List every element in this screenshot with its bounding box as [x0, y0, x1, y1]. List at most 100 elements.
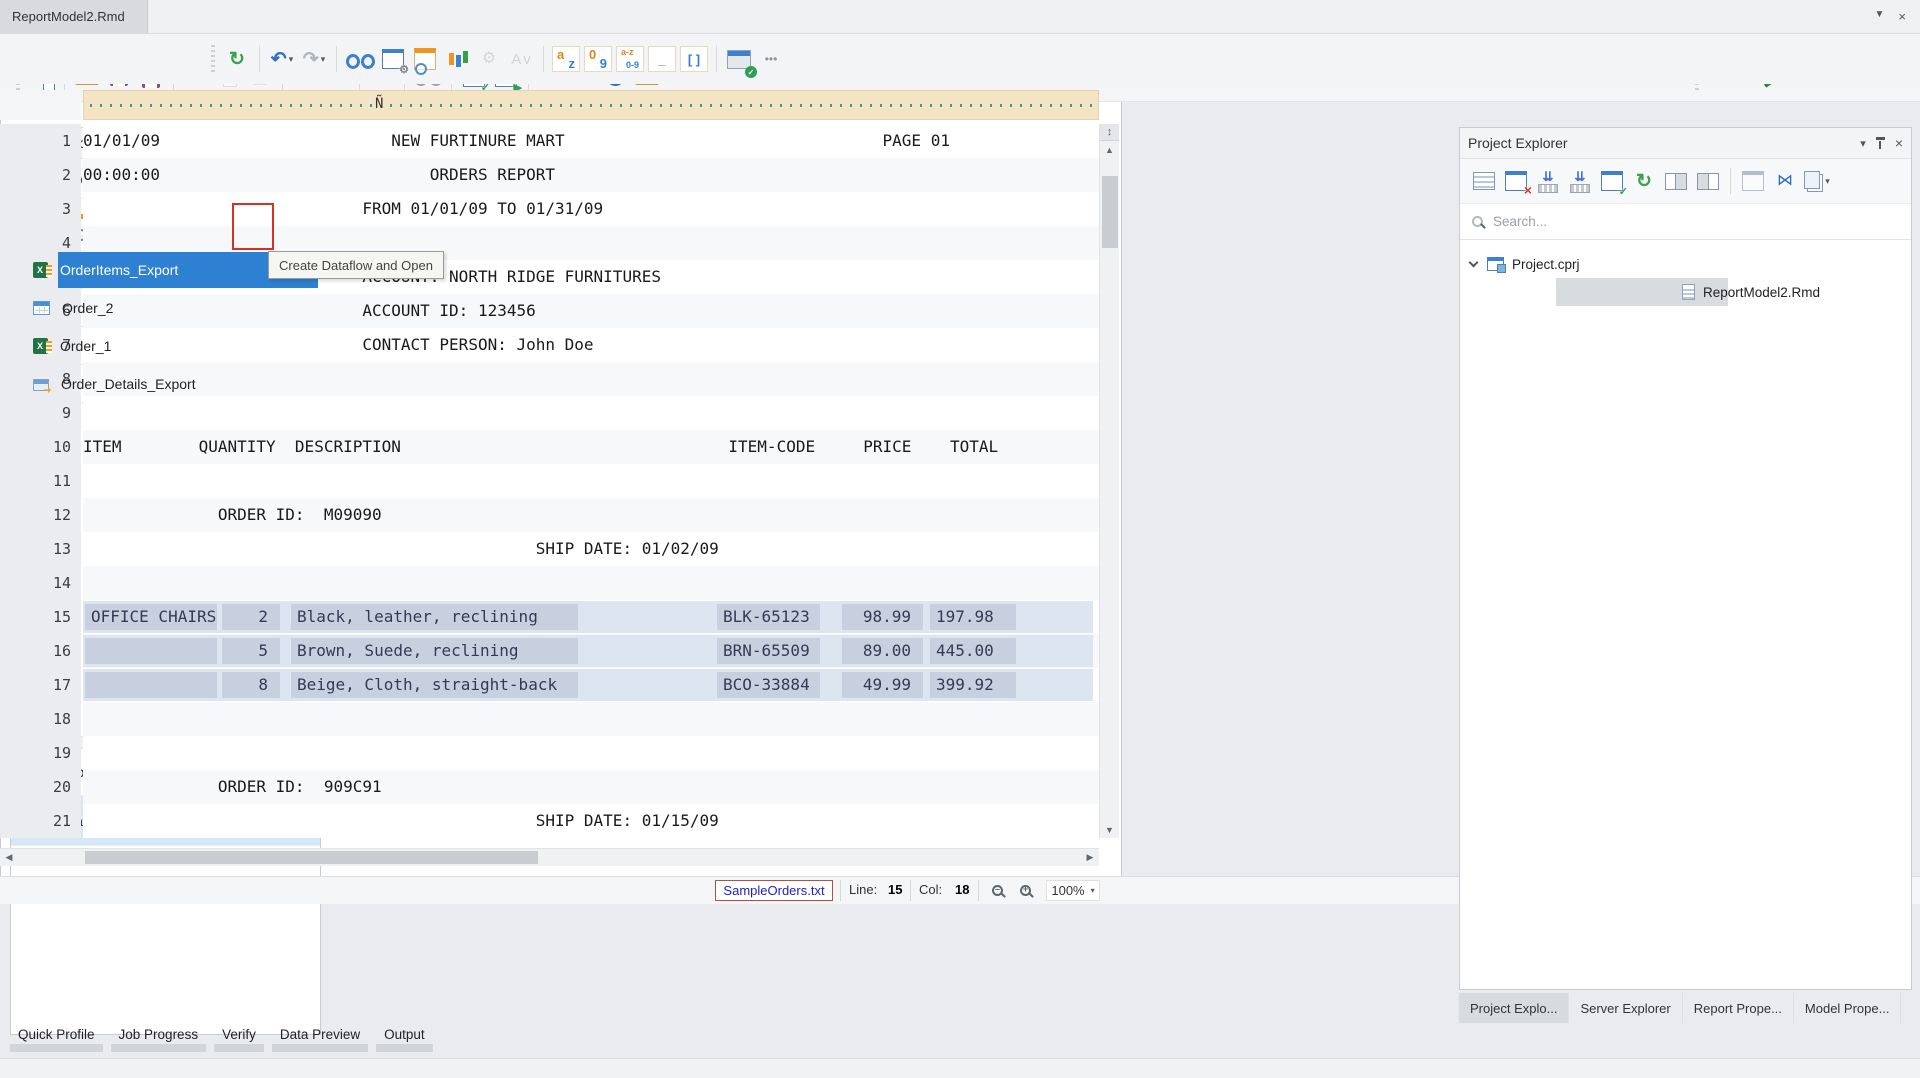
auto-parse-button[interactable]: ⚙ [475, 43, 503, 75]
line-number: 9 [0, 396, 81, 430]
field-chip[interactable]: OFFICE CHAIRS [85, 604, 217, 630]
analyze-chart-button[interactable] [443, 43, 471, 75]
dock-tab-job-progress[interactable]: Job Progress [111, 1024, 207, 1058]
field-chip[interactable]: Beige, Cloth, straight-back [291, 672, 578, 698]
editor-line-text: ORDER ID: M09090 [83, 498, 382, 532]
tab-close-icon[interactable]: × [1898, 9, 1906, 24]
tab-list-icon[interactable]: ▼ [1875, 9, 1885, 24]
zoom-out-icon[interactable]: – [992, 885, 1003, 896]
mark-space-button[interactable]: _ [648, 46, 676, 72]
project-node-label: Project.cprj [1512, 257, 1580, 272]
horizontal-scrollbar[interactable]: ◀ ▶ [0, 848, 1099, 866]
vertical-scroll-thumb[interactable] [1102, 176, 1118, 248]
toolbar-separator [716, 46, 717, 72]
mark-brackets-button-glyph: [ ] [688, 53, 700, 66]
scroll-right-icon[interactable]: ▶ [1081, 849, 1099, 866]
dock-right-button[interactable] [1694, 165, 1722, 197]
field-chip[interactable]: 2 [222, 604, 280, 630]
refresh-button[interactable]: ↻ [1630, 165, 1658, 197]
field-chip[interactable]: 197.98 [930, 604, 1016, 630]
field-chip[interactable]: Brown, Suede, reclining [291, 638, 578, 664]
scroll-left-icon[interactable]: ◀ [0, 849, 18, 866]
more-options-button[interactable]: ••• [757, 43, 785, 75]
tab-server-explorer[interactable]: Server Explorer [1569, 993, 1682, 1023]
horizontal-scroll-thumb[interactable] [85, 851, 538, 864]
editor-line-12: ORDER ID: M09090 [83, 498, 1099, 532]
zoom-level-dropdown[interactable]: 100%▾ [1046, 880, 1100, 901]
field-chip[interactable]: 8 [222, 672, 280, 698]
panel-close-icon[interactable]: × [1895, 135, 1903, 151]
dock-tab-bar [272, 1044, 368, 1052]
field-chip[interactable]: Black, leather, reclining [291, 604, 578, 630]
expander-icon[interactable] [1469, 258, 1479, 268]
mark-brackets-button[interactable]: [ ] [680, 46, 708, 72]
dropdown-caret: ▾ [1825, 176, 1830, 187]
remove-object-button[interactable] [1502, 165, 1530, 197]
ruler-dots [90, 104, 1092, 107]
source-file-selector[interactable]: SampleOrders.txt [715, 880, 833, 901]
ruler[interactable]: Ñ [83, 90, 1099, 120]
dock-tab-verify[interactable]: Verify [214, 1024, 264, 1058]
field-chip[interactable]: 49.99 [842, 672, 923, 698]
find-button[interactable] [345, 43, 375, 75]
add-all-fields-button[interactable] [1534, 165, 1562, 197]
impact-analysis-button[interactable]: ⋈ [1771, 165, 1799, 197]
undo-button-glyph: ↶ [271, 50, 287, 69]
editor-line-9 [83, 396, 1099, 430]
font-validation-button[interactable]: Av [507, 43, 535, 75]
refresh-button[interactable]: ↻ [223, 43, 251, 75]
field-chip[interactable] [85, 638, 217, 664]
properties-button[interactable] [1470, 165, 1498, 197]
field-chip[interactable]: 98.99 [842, 604, 923, 630]
split-handle[interactable]: ↕ [1100, 124, 1119, 141]
tab-report-prope-[interactable]: Report Prope... [1683, 993, 1794, 1023]
auto-parse-button-glyph: ⚙ [482, 51, 496, 67]
preview-data-button[interactable] [411, 43, 439, 75]
search-box[interactable]: Search... [1460, 204, 1911, 240]
tab-model-prope-[interactable]: Model Prope... [1794, 993, 1902, 1023]
document-tab[interactable]: ReportModel2.Rmd [0, 0, 148, 34]
line-number-gutter: 123456789101112131415161718192021 [0, 124, 81, 838]
tree-node-report[interactable]: ReportModel2.Rmd [1460, 278, 1911, 306]
pattern-settings-button[interactable] [379, 43, 407, 75]
documentation-button[interactable]: ▾ [1803, 165, 1831, 197]
dock-tab-data-preview[interactable]: Data Preview [272, 1024, 368, 1058]
new-item-button[interactable] [1739, 165, 1767, 197]
editor-line-text: ORDER ID: 909C91 [83, 770, 382, 804]
mark-alpha-button[interactable]: az [552, 46, 580, 72]
dock-tab-quick-profile[interactable]: Quick Profile [10, 1024, 103, 1058]
list-item-label: Order_2 [62, 300, 113, 316]
document-panel: ReportModel2.Rmd ▼ × ↻↶▾↷▾⚙Avaz09a-z0-9_… [0, 0, 1122, 904]
dock-left-button[interactable] [1662, 165, 1690, 197]
field-chip[interactable]: BCO-33884 [717, 672, 820, 698]
mark-numeric-button[interactable]: 09 [584, 46, 612, 72]
dock-tab-output[interactable]: Output [376, 1024, 433, 1058]
dropdown-caret: ▾ [289, 54, 294, 65]
dock-tab-label: Data Preview [272, 1024, 368, 1044]
report-editor[interactable]: 01/01/09 NEW FURTINURE MART PAGE 0100:00… [83, 124, 1099, 838]
tab-project-explo-[interactable]: Project Explo... [1459, 993, 1569, 1023]
field-chip[interactable]: BLK-65123 [717, 604, 820, 630]
field-chip[interactable]: 89.00 [842, 638, 923, 664]
verify-project-button[interactable] [1598, 165, 1626, 197]
tree-node-project[interactable]: Project.cprj [1460, 250, 1911, 278]
panel-menu-icon[interactable]: ▾ [1860, 137, 1866, 150]
undo-button[interactable]: ↶▾ [268, 43, 296, 75]
field-chip[interactable]: 5 [222, 638, 280, 664]
scroll-up-icon[interactable]: ▲ [1100, 141, 1119, 158]
vertical-scrollbar[interactable]: ↕ ▲ ▼ [1099, 124, 1119, 838]
scroll-down-icon[interactable]: ▼ [1100, 821, 1119, 838]
redo-button[interactable]: ↷▾ [300, 43, 328, 75]
field-chip[interactable]: 399.92 [930, 672, 1016, 698]
dropdown-caret: ▾ [321, 54, 326, 65]
pin-icon[interactable] [1876, 137, 1885, 149]
field-chip[interactable]: BRN-65509 [717, 638, 820, 664]
mark-alphanumeric-button[interactable]: a-z0-9 [616, 46, 644, 72]
zoom-in-icon[interactable]: + [1020, 885, 1031, 896]
field-chip[interactable]: 445.00 [930, 638, 1016, 664]
field-chip[interactable] [85, 672, 217, 698]
verify-table-button[interactable] [725, 43, 753, 75]
add-selected-fields-button[interactable] [1566, 165, 1594, 197]
more-options-button-glyph: ••• [765, 53, 778, 65]
font-validation-button-glyph: A [511, 52, 521, 67]
